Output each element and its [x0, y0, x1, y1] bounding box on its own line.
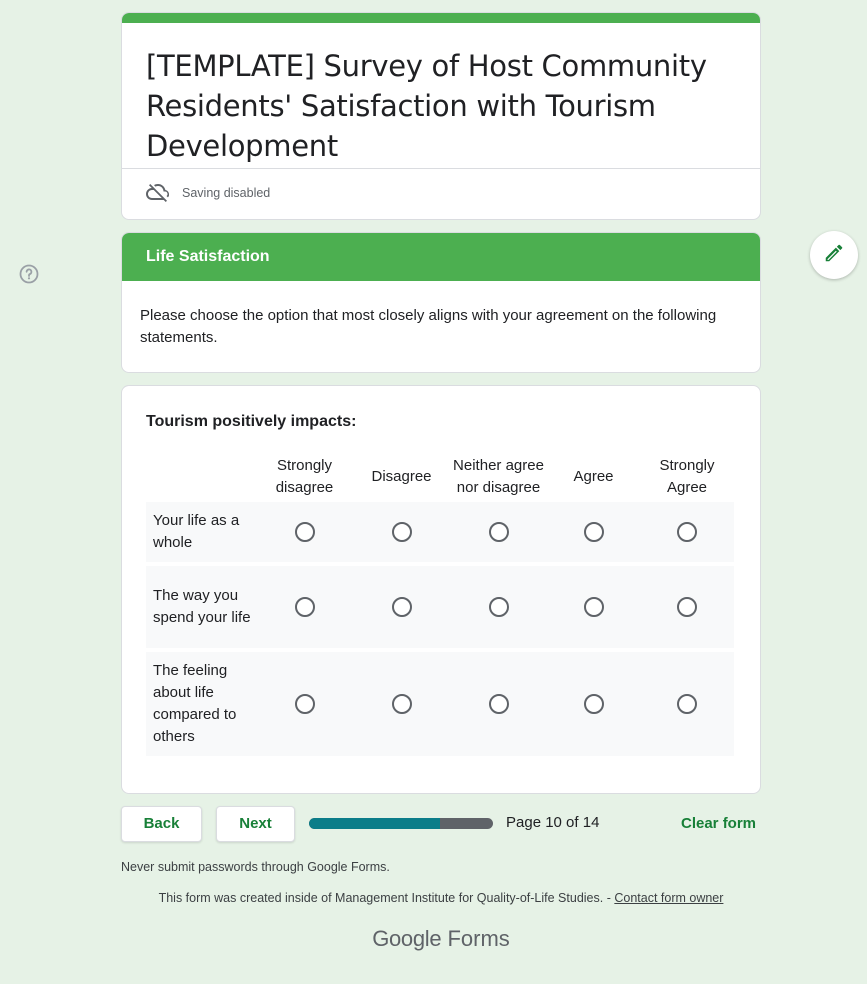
radio-option[interactable]: [391, 597, 412, 617]
section-card: Life Satisfaction Please choose the opti…: [121, 232, 761, 373]
cloud-off-icon: [146, 180, 170, 207]
radio-option[interactable]: [677, 522, 697, 542]
created-by-text: This form was created inside of Manageme…: [158, 891, 615, 905]
column-header: Strongly Agree: [659, 457, 715, 496]
google-forms-logo[interactable]: Google Forms: [121, 926, 761, 952]
radio-option[interactable]: [677, 694, 697, 714]
radio-option[interactable]: [391, 694, 412, 714]
grid-row: The feeling about life compared to other…: [146, 652, 734, 756]
form-header-card: [TEMPLATE] Survey of Host Community Resi…: [121, 12, 761, 220]
page-indicator: Page 10 of 14: [506, 814, 600, 831]
back-button[interactable]: Back: [121, 806, 202, 842]
radio-option[interactable]: [677, 597, 697, 617]
radio-option[interactable]: [294, 522, 315, 542]
logo-forms-text: Forms: [447, 926, 510, 951]
column-header: Neither agree nor disagree: [453, 457, 544, 496]
grid-header-row: Strongly disagree Disagree Neither agree…: [146, 452, 734, 502]
question-title: Tourism positively impacts:: [146, 413, 357, 430]
header-divider: [122, 168, 760, 169]
row-label: Your life as a whole: [153, 512, 240, 551]
grid-row: The way you spend your life: [146, 566, 734, 648]
password-warning: Never submit passwords through Google Fo…: [121, 860, 390, 874]
column-header: Strongly disagree: [275, 457, 334, 496]
row-label: The way you spend your life: [153, 587, 251, 626]
form-title: [TEMPLATE] Survey of Host Community Resi…: [146, 49, 707, 163]
next-button[interactable]: Next: [216, 806, 295, 842]
clear-form-button[interactable]: Clear form: [681, 815, 756, 832]
radio-option[interactable]: [583, 522, 604, 542]
question-card: Tourism positively impacts: Strongly dis…: [121, 385, 761, 794]
radio-option[interactable]: [294, 694, 315, 714]
likert-grid: Strongly disagree Disagree Neither agree…: [146, 452, 734, 760]
help-icon[interactable]: [19, 264, 39, 284]
contact-owner-link[interactable]: Contact form owner: [614, 891, 723, 905]
radio-option[interactable]: [488, 694, 509, 714]
radio-option[interactable]: [488, 522, 509, 542]
saving-status-text: Saving disabled: [182, 186, 271, 200]
radio-option[interactable]: [294, 597, 315, 617]
progress-bar: [309, 818, 493, 829]
row-label: The feeling about life compared to other…: [153, 662, 237, 745]
section-title: Life Satisfaction: [122, 233, 760, 281]
radio-option[interactable]: [583, 694, 604, 714]
pencil-icon: [823, 242, 845, 269]
column-header: Agree: [573, 468, 614, 485]
edit-button[interactable]: [810, 231, 858, 279]
radio-option[interactable]: [583, 597, 604, 617]
grid-row: Your life as a whole: [146, 502, 734, 562]
created-by-line: This form was created inside of Manageme…: [121, 891, 761, 905]
section-description: Please choose the option that most close…: [140, 307, 717, 346]
column-header: Disagree: [371, 468, 432, 485]
radio-option[interactable]: [488, 597, 509, 617]
logo-google-text: Google: [372, 926, 442, 951]
progress-bar-fill: [309, 818, 440, 829]
header-accent-bar: [122, 13, 760, 23]
saving-status: Saving disabled: [146, 181, 270, 205]
radio-option[interactable]: [391, 522, 412, 542]
